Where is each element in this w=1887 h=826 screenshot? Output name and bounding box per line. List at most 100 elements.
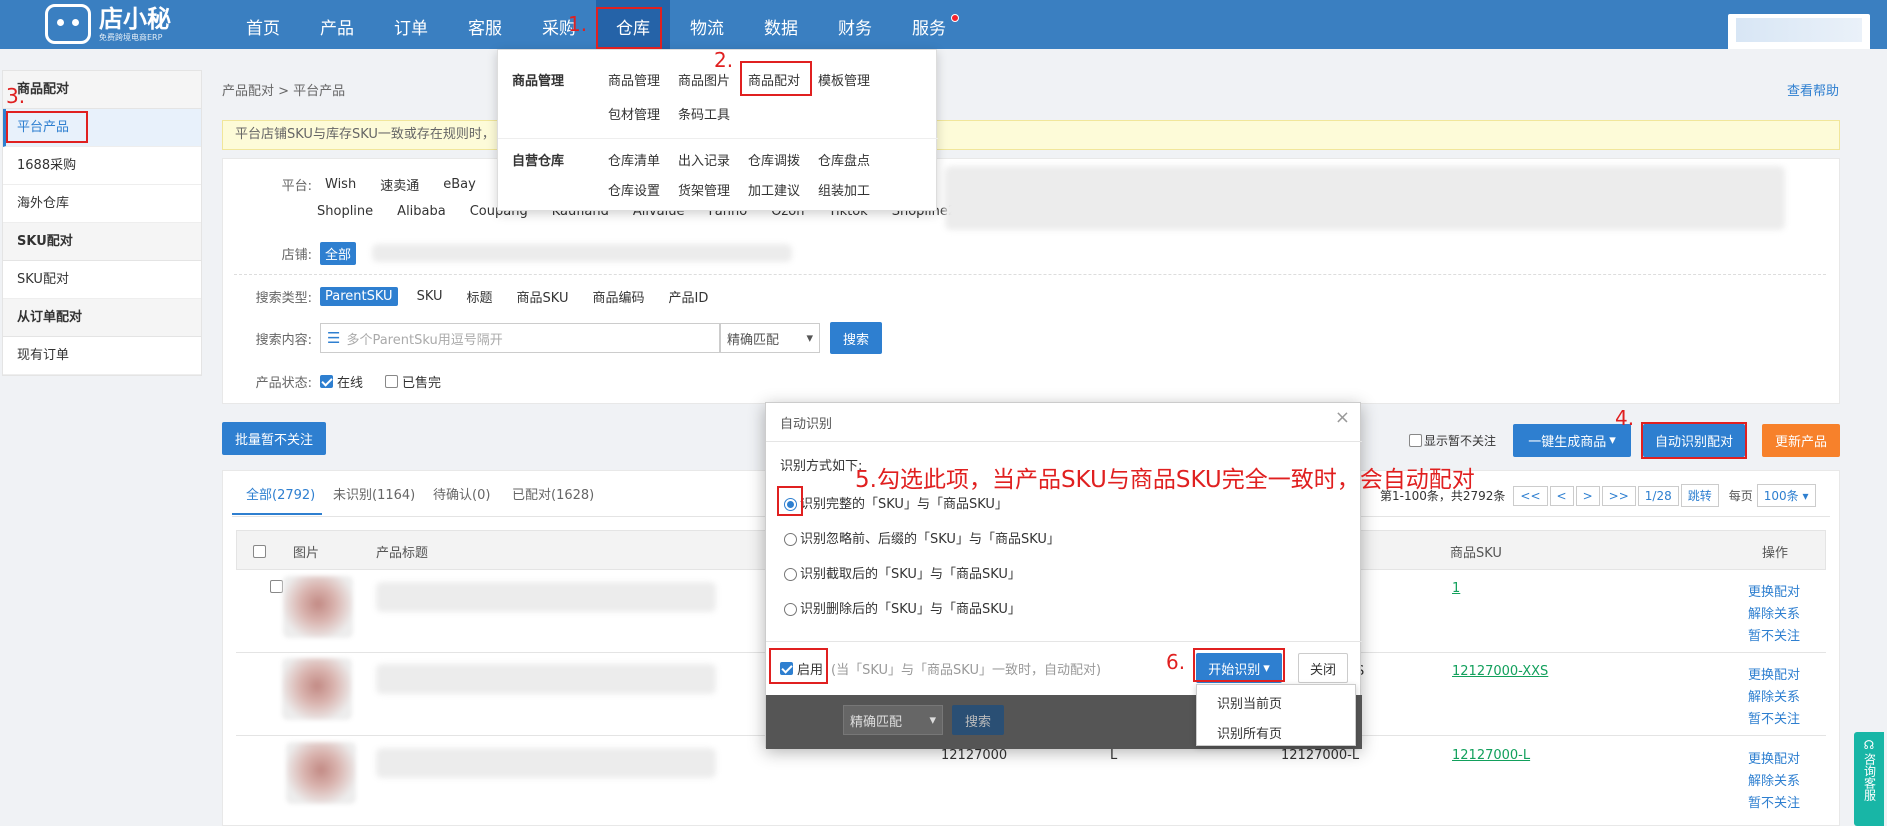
pager-first[interactable]: <<: [1513, 485, 1548, 506]
update-products-button[interactable]: 更新产品: [1762, 424, 1840, 457]
radio-truncate[interactable]: [784, 568, 797, 581]
dd-product-mgmt[interactable]: 商品管理: [608, 70, 660, 89]
status-soldout-checkbox[interactable]: [385, 375, 399, 388]
nav-services[interactable]: 服务: [892, 0, 966, 49]
one-click-label: 一键生成商品: [1528, 435, 1607, 450]
tab-unrecognized[interactable]: 未识别(1164): [333, 484, 415, 503]
pager-prev[interactable]: <: [1549, 485, 1574, 506]
dd-warehouse-list[interactable]: 仓库清单: [608, 150, 660, 169]
dd-assembly[interactable]: 组装加工: [818, 180, 870, 199]
unlink-link[interactable]: 解除关系: [1748, 686, 1800, 705]
dd-barcode-tool[interactable]: 条码工具: [678, 104, 730, 123]
platform-ebay[interactable]: eBay: [438, 175, 481, 194]
product-sku-link[interactable]: 12127000-XXS: [1452, 664, 1548, 679]
tab-all[interactable]: 全部(2792): [246, 484, 315, 503]
method-label: 识别方式如下:: [780, 459, 863, 474]
search-type-sku[interactable]: SKU: [412, 287, 448, 306]
nav-product[interactable]: 产品: [300, 0, 374, 49]
annotation-box-full-option: [777, 486, 803, 516]
unlink-link[interactable]: 解除关系: [1748, 770, 1800, 789]
change-match-link[interactable]: 更换配对: [1748, 581, 1800, 600]
platform-alibaba[interactable]: Alibaba: [392, 202, 451, 221]
pager-jump[interactable]: 跳转: [1680, 484, 1719, 507]
tab-pending[interactable]: 待确认(0): [433, 484, 490, 503]
close-button[interactable]: 关闭: [1298, 653, 1348, 683]
nav-data[interactable]: 数据: [744, 0, 818, 49]
help-link[interactable]: 查看帮助: [1787, 80, 1839, 99]
show-ignored-checkbox[interactable]: [1409, 434, 1422, 447]
change-match-link[interactable]: 更换配对: [1748, 664, 1800, 683]
nav-logistics[interactable]: 物流: [670, 0, 744, 49]
dd-inout-records[interactable]: 出入记录: [678, 150, 730, 169]
radio-ignore-affix[interactable]: [784, 533, 797, 546]
platform-shopline[interactable]: Shopline: [312, 202, 378, 221]
pager-next[interactable]: >: [1575, 485, 1600, 506]
nav-finance[interactable]: 财务: [818, 0, 892, 49]
match-mode-value: 精确匹配: [727, 332, 780, 348]
search-type-title[interactable]: 标题: [462, 285, 498, 308]
match-mode-select[interactable]: 精确匹配 ▾: [720, 323, 820, 353]
search-type-parentsku[interactable]: ParentSKU: [320, 287, 398, 306]
dd-template-mgmt[interactable]: 模板管理: [818, 70, 870, 89]
batch-ignore-button[interactable]: 批量暂不关注: [222, 422, 326, 455]
tab-matched[interactable]: 已配对(1628): [512, 484, 594, 503]
dd-stocktake[interactable]: 仓库盘点: [818, 150, 870, 169]
menu-current-page[interactable]: 识别当前页: [1217, 693, 1282, 712]
store-all[interactable]: 全部: [320, 242, 357, 265]
nav-home[interactable]: 首页: [226, 0, 300, 49]
radio-delete[interactable]: [784, 603, 797, 616]
one-click-generate-button[interactable]: 一键生成商品 ▾: [1513, 424, 1631, 457]
pager-current[interactable]: 1/28: [1637, 485, 1679, 506]
status-online-checkbox[interactable]: [320, 375, 333, 388]
status-row: 产品状态: 在线 已售完: [228, 372, 441, 391]
annotation-4: 4.: [1615, 406, 1635, 430]
product-sku-link[interactable]: 12127000-L: [1452, 748, 1530, 763]
annotation-box-product-match: [740, 61, 812, 96]
nav-order[interactable]: 订单: [374, 0, 448, 49]
nav-service[interactable]: 客服: [448, 0, 522, 49]
row-checkbox[interactable]: [270, 580, 284, 593]
user-name-blurred: [1736, 18, 1862, 42]
search-input[interactable]: ☰ 多个ParentSku用逗号隔开: [320, 323, 720, 353]
product-sku-link[interactable]: 1: [1452, 581, 1460, 596]
close-icon[interactable]: ×: [1335, 407, 1350, 428]
pager-last[interactable]: >>: [1601, 485, 1636, 506]
search-type-product-sku[interactable]: 商品SKU: [512, 285, 574, 308]
ignore-link[interactable]: 暂不关注: [1748, 708, 1800, 727]
platform-wish[interactable]: Wish: [320, 175, 361, 194]
sidebar-item-1688[interactable]: 1688采购: [3, 147, 201, 185]
sidebar-item-overseas[interactable]: 海外仓库: [3, 185, 201, 223]
sidebar-item-sku-match[interactable]: SKU配对: [3, 261, 201, 299]
show-ignored-label: 显示暂不关注: [1424, 434, 1497, 448]
dd-packaging-mgmt[interactable]: 包材管理: [608, 104, 660, 123]
dd-transfer[interactable]: 仓库调拨: [748, 150, 800, 169]
platform-aliexpress[interactable]: 速卖通: [375, 173, 424, 196]
option-ignore-affix[interactable]: 识别忽略前、后缀的「SKU」与「商品SKU」: [784, 528, 1060, 547]
dd-processing-advice[interactable]: 加工建议: [748, 180, 800, 199]
consult-widget[interactable]: ☊ 咨询客服: [1854, 732, 1884, 826]
per-page-select[interactable]: 100条 ▾: [1756, 484, 1816, 507]
status-label: 产品状态:: [255, 376, 312, 391]
search-button[interactable]: 搜索: [830, 322, 882, 354]
ignore-link[interactable]: 暂不关注: [1748, 792, 1800, 811]
select-all-checkbox[interactable]: [253, 545, 266, 558]
bg-search-button: 搜索: [952, 705, 1004, 735]
dd-product-images[interactable]: 商品图片: [678, 70, 730, 89]
annotation-1: 1.: [568, 12, 588, 36]
dialog-title: 自动识别: [780, 417, 833, 432]
logo[interactable]: 店小秘 免费跨境电商ERP: [45, 4, 171, 44]
sidebar-item-existing-orders[interactable]: 现有订单: [3, 337, 201, 375]
option-full[interactable]: 识别完整的「SKU」与「商品SKU」: [784, 493, 1008, 512]
unlink-link[interactable]: 解除关系: [1748, 603, 1800, 622]
dd-shelf-mgmt[interactable]: 货架管理: [678, 180, 730, 199]
search-type-product-id[interactable]: 产品ID: [664, 285, 714, 308]
menu-all-pages[interactable]: 识别所有页: [1217, 723, 1282, 742]
ignore-link[interactable]: 暂不关注: [1748, 625, 1800, 644]
show-ignored-toggle[interactable]: 显示暂不关注: [1409, 432, 1496, 449]
dd-warehouse-settings[interactable]: 仓库设置: [608, 180, 660, 199]
option-truncate[interactable]: 识别截取后的「SKU」与「商品SKU」: [784, 563, 1021, 582]
filter-divider: [234, 274, 1826, 275]
search-type-product-code[interactable]: 商品编码: [587, 285, 649, 308]
change-match-link[interactable]: 更换配对: [1748, 748, 1800, 767]
option-delete[interactable]: 识别删除后的「SKU」与「商品SKU」: [784, 598, 1021, 617]
